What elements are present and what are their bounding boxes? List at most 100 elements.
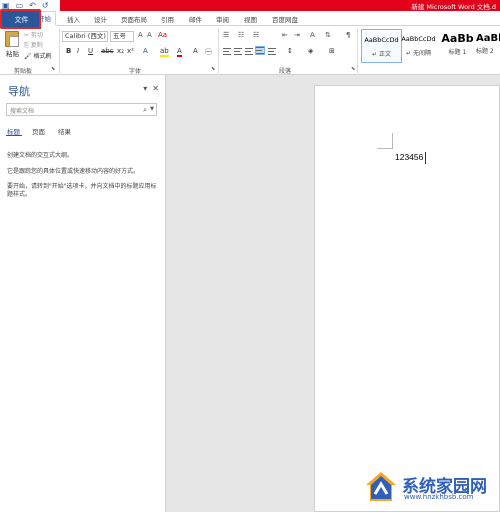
shrink-font-icon[interactable]: A bbox=[147, 31, 152, 39]
styles-gallery: AaBbCcDd ↵ 正文 AaBbCcDd ↵ 无间隔 AaBb 标题 1 A… bbox=[360, 29, 500, 64]
search-icon[interactable]: ⌕ bbox=[143, 106, 147, 115]
nav-search-placeholder: 搜索文档 bbox=[10, 108, 35, 115]
cut-button[interactable]: ✂ 剪切 bbox=[24, 30, 43, 39]
sort-icon[interactable]: ⇅ bbox=[325, 31, 331, 39]
watermark-url: www.hnzkhbsb.com bbox=[404, 493, 474, 501]
highlight-color-icon[interactable]: ab bbox=[160, 47, 169, 57]
house-logo-icon bbox=[366, 472, 396, 501]
tab-insert[interactable]: 插入 bbox=[67, 14, 80, 24]
nav-help-text: 要开始，请转到"开始"选项卡，并向文档中的标题应用标题样式。 bbox=[7, 183, 157, 198]
decrease-indent-icon[interactable]: ⇤ bbox=[282, 31, 288, 39]
style-sample: AaBbCcDd bbox=[401, 35, 436, 43]
justify-icon[interactable] bbox=[255, 46, 265, 55]
nav-tab-results[interactable]: 结果 bbox=[58, 126, 71, 136]
strikethrough-button[interactable]: abc bbox=[101, 47, 114, 55]
copy-label: 复制 bbox=[30, 42, 43, 49]
font-group-label: 字体 bbox=[129, 68, 142, 75]
nav-options-icon[interactable]: ▾ bbox=[143, 84, 147, 93]
text-cursor bbox=[425, 152, 426, 164]
shading-icon[interactable]: ◈ bbox=[308, 47, 313, 55]
bullets-icon[interactable]: ☰ bbox=[223, 31, 229, 39]
nav-help-text: 创建文档的交互式大纲。 bbox=[7, 152, 74, 159]
nav-tab-pages[interactable]: 页面 bbox=[32, 126, 45, 136]
format-painter-button[interactable]: 🖌 格式刷 bbox=[24, 51, 52, 60]
group-divider bbox=[218, 29, 219, 73]
increase-indent-icon[interactable]: ⇥ bbox=[294, 31, 300, 39]
style-name: 标题 1 bbox=[448, 49, 467, 56]
paste-button[interactable]: 粘贴 bbox=[6, 48, 19, 58]
align-right-icon[interactable] bbox=[245, 48, 253, 55]
tab-view[interactable]: 视图 bbox=[244, 14, 257, 24]
superscript-button[interactable]: x² bbox=[127, 47, 134, 55]
align-center-icon[interactable] bbox=[234, 48, 242, 55]
style-sample: AaBbCcDd bbox=[364, 36, 399, 44]
font-name-select[interactable]: Calibri (西文) bbox=[62, 31, 108, 42]
nav-pane-controls: ▾ ✕ bbox=[143, 84, 159, 93]
document-area: 123456 bbox=[166, 75, 500, 512]
nav-search-input[interactable]: 搜索文档 ⌕ ▼ bbox=[6, 103, 157, 116]
paragraph-group-label: 段落 bbox=[279, 68, 292, 75]
numbering-icon[interactable]: ☷ bbox=[238, 31, 244, 39]
enclose-char-icon[interactable]: ㊀ bbox=[205, 47, 212, 57]
align-left-icon[interactable] bbox=[223, 48, 231, 55]
style-sample: AaBb bbox=[441, 32, 474, 45]
site-watermark: 系统家园网 www.hnzkhbsb.com bbox=[360, 464, 500, 508]
font-dialog-launcher-icon[interactable]: ⬊ bbox=[211, 66, 215, 72]
margin-marker bbox=[377, 133, 393, 149]
style-no-spacing[interactable]: AaBbCcDd ↵ 无间隔 bbox=[398, 29, 439, 63]
copy-button[interactable]: ⎘ 复制 bbox=[24, 40, 43, 50]
nav-tab-active-indicator bbox=[6, 135, 22, 136]
chevron-down-icon[interactable]: ▼ bbox=[150, 106, 154, 112]
document-page[interactable]: 123456 bbox=[314, 85, 500, 512]
ribbon-tabs: 开始 插入 设计 页面布局 引用 邮件 审阅 视图 百度网盘 bbox=[0, 11, 500, 26]
change-case-icon[interactable]: Aa bbox=[158, 31, 167, 39]
redo-icon[interactable]: ↺ bbox=[42, 1, 49, 10]
italic-button[interactable]: I bbox=[77, 47, 79, 55]
file-tab-highlight-box bbox=[0, 9, 41, 29]
ribbon: 粘贴 ✂ 剪切 ⎘ 复制 🖌 格式刷 剪贴板 Calibri (西文) 五号 A… bbox=[0, 26, 500, 75]
distributed-icon[interactable] bbox=[268, 48, 276, 55]
document-text[interactable]: 123456 bbox=[395, 152, 423, 162]
navigation-pane: 导航 ▾ ✕ 搜索文档 ⌕ ▼ 标题 页面 结果 创建文档的交互式大纲。 它是跟… bbox=[0, 75, 166, 512]
format-painter-label: 格式刷 bbox=[33, 53, 52, 60]
tab-design[interactable]: 设计 bbox=[94, 14, 107, 24]
multilevel-list-icon[interactable]: ☵ bbox=[253, 31, 259, 39]
window-title: 新建 Microsoft Word 文档.d bbox=[411, 3, 496, 11]
style-name: ↵ 正文 bbox=[372, 51, 391, 58]
borders-icon[interactable]: ⊞ bbox=[329, 47, 335, 55]
cut-label: 剪切 bbox=[30, 32, 43, 39]
tab-baidu-netdisk[interactable]: 百度网盘 bbox=[272, 14, 298, 24]
style-sample: AaBbC bbox=[476, 33, 500, 44]
paragraph-dialog-launcher-icon[interactable]: ⬊ bbox=[351, 66, 355, 72]
line-spacing-icon[interactable]: ↕ bbox=[287, 47, 293, 55]
style-name: ↵ 无间隔 bbox=[406, 50, 431, 57]
nav-help-text: 它是跟踪您的具体位置或快速移动内容的好方式。 bbox=[7, 168, 140, 175]
style-name: 标题 2 bbox=[476, 48, 494, 55]
show-marks-icon[interactable]: ¶ bbox=[346, 31, 350, 39]
font-color-icon[interactable]: A bbox=[177, 47, 182, 57]
grow-font-icon[interactable]: A bbox=[138, 31, 143, 39]
font-size-select[interactable]: 五号 bbox=[110, 31, 134, 42]
nav-pane-title: 导航 bbox=[8, 85, 30, 98]
paste-icon[interactable] bbox=[5, 31, 19, 47]
style-normal[interactable]: AaBbCcDd ↵ 正文 bbox=[361, 29, 402, 63]
tab-review[interactable]: 审阅 bbox=[216, 14, 229, 24]
title-bar: ▣ ▭ ↶ ↺ 新建 Microsoft Word 文档.d bbox=[0, 0, 500, 11]
char-shading-icon[interactable]: A bbox=[193, 47, 198, 55]
clipboard-group-label: 剪贴板 bbox=[14, 68, 33, 75]
chinese-layout-icon[interactable]: A bbox=[310, 31, 315, 39]
bold-button[interactable]: B bbox=[66, 47, 71, 55]
subscript-button[interactable]: x₂ bbox=[117, 47, 124, 55]
tab-page-layout[interactable]: 页面布局 bbox=[121, 14, 147, 24]
close-icon[interactable]: ✕ bbox=[152, 84, 159, 93]
title-bar-accent: 新建 Microsoft Word 文档.d bbox=[60, 0, 500, 11]
tab-references[interactable]: 引用 bbox=[161, 14, 174, 24]
group-divider bbox=[357, 29, 358, 73]
group-divider bbox=[59, 29, 60, 73]
underline-button[interactable]: U bbox=[88, 47, 93, 55]
style-heading-2[interactable]: AaBbC 标题 2 bbox=[476, 29, 500, 63]
text-effects-icon[interactable]: A bbox=[143, 47, 148, 55]
tab-mailings[interactable]: 邮件 bbox=[189, 14, 202, 24]
clipboard-dialog-launcher-icon[interactable]: ⬊ bbox=[51, 66, 55, 72]
style-heading-1[interactable]: AaBb 标题 1 bbox=[437, 29, 478, 63]
